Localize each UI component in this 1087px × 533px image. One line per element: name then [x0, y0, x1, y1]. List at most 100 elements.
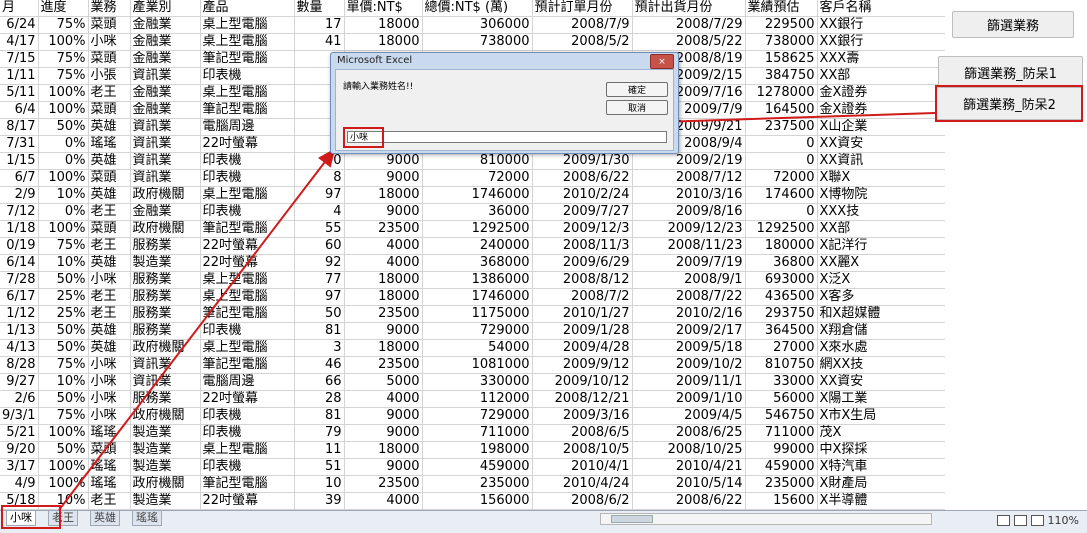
- table-row[interactable]: 9/3/1 75% 小咪 政府機關 印表機 81 9000 729000 2009/3/16 20…: [0, 407, 945, 425]
- cell[interactable]: X記洋行: [817, 237, 945, 255]
- cell[interactable]: 2009/1/10: [632, 390, 746, 408]
- cell[interactable]: 政府機關: [130, 475, 201, 493]
- table-row[interactable]: 1/12 25% 老王 服務業 筆記型電腦 50 23500 1175000 2010/1/27…: [0, 305, 945, 323]
- cell[interactable]: 政府機關: [130, 220, 201, 238]
- table-row[interactable]: 2/6 50% 小咪 服務業 22吋螢幕 28 4000 112000 2008/12/21 20…: [0, 390, 945, 408]
- cell[interactable]: 306000: [422, 16, 533, 34]
- cell[interactable]: 印表機: [200, 424, 295, 442]
- cell[interactable]: 36800: [745, 254, 818, 272]
- cell[interactable]: 1175000: [422, 305, 533, 323]
- cell[interactable]: 2009/1/30: [532, 152, 633, 170]
- cell[interactable]: 18000: [344, 339, 423, 357]
- cell[interactable]: X客多: [817, 288, 945, 306]
- cell[interactable]: 2009/12/3: [532, 220, 633, 238]
- cell[interactable]: 293750: [745, 305, 818, 323]
- table-row[interactable]: 4/13 50% 英雄 政府機關 桌上型電腦 3 18000 54000 2009/4/28 20…: [0, 339, 945, 357]
- cell[interactable]: 75%: [38, 356, 89, 374]
- cell[interactable]: 資訊業: [130, 169, 201, 187]
- cell[interactable]: 桌上型電腦: [200, 16, 295, 34]
- cell[interactable]: 693000: [745, 271, 818, 289]
- cell[interactable]: 1/18: [0, 220, 39, 238]
- cell[interactable]: 459000: [745, 458, 818, 476]
- cell[interactable]: 92: [294, 254, 345, 272]
- scroll-thumb[interactable]: [611, 515, 653, 523]
- column-header[interactable]: 進度: [38, 0, 89, 17]
- cell[interactable]: 2008/10/25: [632, 441, 746, 459]
- cell[interactable]: 菜頭: [88, 441, 131, 459]
- cell[interactable]: 2008/5/22: [632, 33, 746, 51]
- table-row[interactable]: 6/17 25% 老王 服務業 桌上型電腦 97 18000 1746000 2008/7/2 2…: [0, 288, 945, 306]
- cell[interactable]: 364500: [745, 322, 818, 340]
- cell[interactable]: 小咪: [88, 407, 131, 425]
- cell[interactable]: 金融業: [130, 101, 201, 119]
- cell[interactable]: 50%: [38, 339, 89, 357]
- cell[interactable]: 1386000: [422, 271, 533, 289]
- table-row[interactable]: 4/17 100% 小咪 金融業 桌上型電腦 41 18000 738000 2008/5/2 2…: [0, 33, 945, 51]
- cell[interactable]: 2009/10/12: [532, 373, 633, 391]
- column-header[interactable]: 客戶名稱: [817, 0, 945, 17]
- table-row[interactable]: 5/21 100% 瑤瑤 製造業 印表機 79 9000 711000 2008/6/5 2008…: [0, 424, 945, 442]
- cell[interactable]: 1278000: [745, 84, 818, 102]
- cell[interactable]: 2008/7/22: [632, 288, 746, 306]
- cell[interactable]: 198000: [422, 441, 533, 459]
- cell[interactable]: 9000: [344, 407, 423, 425]
- cell[interactable]: X半導體: [817, 492, 945, 510]
- cell[interactable]: X陽工業: [817, 390, 945, 408]
- cell[interactable]: 9/27: [0, 373, 39, 391]
- cell[interactable]: 2008/6/5: [532, 424, 633, 442]
- cell[interactable]: 1/12: [0, 305, 39, 323]
- cell[interactable]: 0: [745, 152, 818, 170]
- column-header[interactable]: 總價:NT$ (萬): [422, 0, 533, 17]
- cell[interactable]: 81: [294, 322, 345, 340]
- cell[interactable]: 2009/6/29: [532, 254, 633, 272]
- cell[interactable]: 4000: [344, 492, 423, 510]
- cell[interactable]: 6/7: [0, 169, 39, 187]
- cell[interactable]: 6/4: [0, 101, 39, 119]
- cell[interactable]: 2009/8/16: [632, 203, 746, 221]
- cell[interactable]: 50%: [38, 390, 89, 408]
- cell[interactable]: 2008/5/2: [532, 33, 633, 51]
- cell[interactable]: 22吋螢幕: [200, 135, 295, 153]
- cell[interactable]: 9/3/1: [0, 407, 39, 425]
- table-row[interactable]: 2/9 10% 英雄 政府機關 桌上型電腦 97 18000 1746000 2010/2/24…: [0, 186, 945, 204]
- cell[interactable]: 1746000: [422, 186, 533, 204]
- cell[interactable]: 18000: [344, 288, 423, 306]
- cell[interactable]: 政府機關: [130, 339, 201, 357]
- cell[interactable]: 100%: [38, 33, 89, 51]
- cell[interactable]: 459000: [422, 458, 533, 476]
- cell[interactable]: 1746000: [422, 288, 533, 306]
- cell[interactable]: 2/9: [0, 186, 39, 204]
- cell[interactable]: 小咪: [88, 390, 131, 408]
- cell[interactable]: 2010/2/16: [632, 305, 746, 323]
- table-row[interactable]: 5/18 10% 老王 製造業 22吋螢幕 39 4000 156000 2008/6/2 200…: [0, 492, 945, 510]
- cell[interactable]: 18000: [344, 441, 423, 459]
- cell[interactable]: 23500: [344, 475, 423, 493]
- cell[interactable]: 2009/11/1: [632, 373, 746, 391]
- cell[interactable]: 4/17: [0, 33, 39, 51]
- cell[interactable]: 2009/5/18: [632, 339, 746, 357]
- cell[interactable]: 50%: [38, 271, 89, 289]
- cell[interactable]: 5/21: [0, 424, 39, 442]
- cell[interactable]: 7/15: [0, 50, 39, 68]
- cell[interactable]: 老王: [88, 305, 131, 323]
- cell[interactable]: 金融業: [130, 203, 201, 221]
- cell[interactable]: 77: [294, 271, 345, 289]
- cell[interactable]: 11: [294, 441, 345, 459]
- table-row[interactable]: 3/17 100% 瑤瑤 製造業 印表機 51 9000 459000 2010/4/1 2010…: [0, 458, 945, 476]
- column-header[interactable]: 業績預估: [745, 0, 818, 17]
- cell[interactable]: 7/31: [0, 135, 39, 153]
- cell[interactable]: 2009/4/5: [632, 407, 746, 425]
- cell[interactable]: 老王: [88, 288, 131, 306]
- cell[interactable]: 27000: [745, 339, 818, 357]
- cell[interactable]: 156000: [422, 492, 533, 510]
- cell[interactable]: 2008/6/22: [532, 169, 633, 187]
- cell[interactable]: 菜頭: [88, 169, 131, 187]
- cell[interactable]: X特汽車: [817, 458, 945, 476]
- cell[interactable]: 22吋螢幕: [200, 390, 295, 408]
- cell[interactable]: 0/19: [0, 237, 39, 255]
- table-row[interactable]: 6/24 75% 菜頭 金融業 桌上型電腦 17 18000 306000 2008/7/9 20…: [0, 16, 945, 34]
- cell[interactable]: 8: [294, 169, 345, 187]
- cell[interactable]: 10: [294, 475, 345, 493]
- cell[interactable]: 738000: [745, 33, 818, 51]
- cell[interactable]: 23500: [344, 220, 423, 238]
